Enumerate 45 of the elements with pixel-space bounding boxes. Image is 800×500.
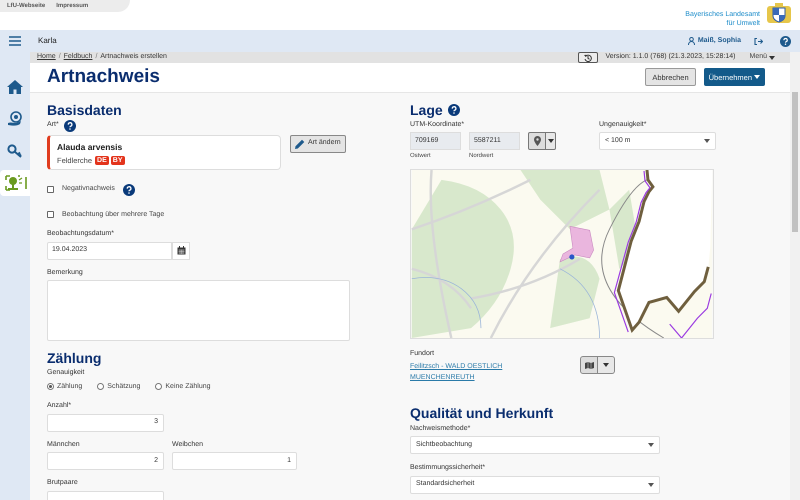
calendar-button[interactable] (172, 242, 190, 260)
species-name: Alauda arvensis (57, 140, 124, 154)
calendar-icon (176, 246, 186, 255)
help-icon[interactable] (122, 184, 135, 196)
globe-hand-icon (7, 111, 23, 127)
help-icon[interactable] (780, 36, 791, 46)
caret-icon (754, 75, 760, 80)
user-icon (688, 37, 695, 45)
crest-logo (766, 2, 792, 24)
search-icon (7, 144, 23, 158)
app-name: Karla (38, 35, 57, 47)
section-heading: Basisdaten (47, 102, 123, 118)
history-icon (584, 54, 592, 62)
checkbox[interactable] (47, 186, 54, 193)
dropdown-toggle[interactable] (546, 132, 556, 150)
caret-icon (548, 139, 554, 143)
map-icon (584, 362, 594, 368)
map-pin-icon (534, 136, 540, 146)
radio-button[interactable] (47, 383, 54, 390)
scrollbar[interactable] (790, 52, 800, 500)
page-title: Artnachweis (47, 65, 160, 89)
caret-icon (704, 139, 710, 143)
sidebar-item[interactable] (0, 170, 32, 196)
history-button[interactable] (578, 52, 598, 63)
caret-icon (769, 56, 775, 60)
caret-icon (603, 363, 609, 367)
section-heading: Lage (410, 102, 443, 118)
help-icon[interactable] (64, 120, 76, 132)
home-icon (7, 80, 23, 94)
radio-button[interactable] (155, 383, 162, 390)
map-drawing[interactable] (410, 169, 714, 339)
section-heading: Qualität und Herkunft (410, 404, 554, 420)
checkbox[interactable] (47, 211, 54, 218)
section-heading: Zählung (47, 350, 102, 366)
pencil-icon (295, 138, 305, 148)
caret-icon (648, 443, 654, 447)
help-icon[interactable] (448, 104, 460, 116)
radio-button[interactable] (97, 383, 104, 390)
caret-icon (648, 482, 654, 486)
locate-button[interactable] (528, 132, 546, 150)
menu-icon[interactable] (9, 36, 21, 46)
map-button[interactable] (580, 356, 598, 374)
logout-icon[interactable] (754, 38, 763, 44)
tree-icon (5, 175, 27, 191)
dropdown-toggle[interactable] (598, 356, 615, 374)
